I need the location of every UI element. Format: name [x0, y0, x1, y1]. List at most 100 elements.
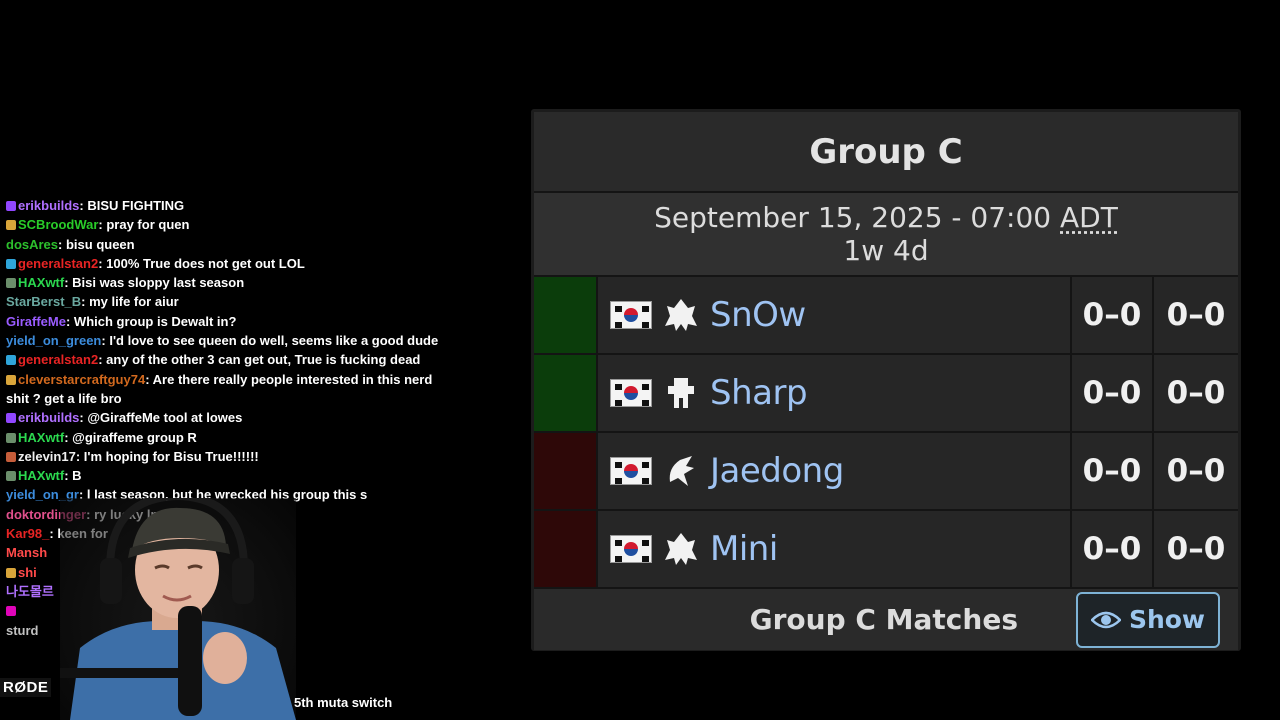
- chat-text: my life for aiur: [89, 294, 179, 310]
- south-korea-flag-icon: [610, 457, 652, 485]
- player-name-link[interactable]: SnOw: [710, 295, 806, 335]
- chat-message: yield_on_green: I'd love to see queen do…: [6, 333, 439, 349]
- chat-message: cleverstarcraftguy74: Are there really p…: [6, 371, 433, 406]
- chat-username[interactable]: zelevin17: [18, 449, 76, 464]
- player-row: Mini 0–0 0–0: [534, 511, 1238, 589]
- chat-message: SCBroodWar: pray for quen: [6, 215, 444, 234]
- standing-indicator: [534, 511, 598, 587]
- chat-message: erikbuilds: @GiraffeMe tool at lowes: [6, 408, 444, 427]
- standing-indicator: [534, 277, 598, 353]
- chat-username[interactable]: erikbuilds: [18, 410, 79, 425]
- overlay-text: 5th muta switch: [294, 695, 393, 710]
- match-score: 0–0: [1072, 433, 1154, 509]
- prime-badge-icon: [6, 258, 16, 269]
- timezone-abbr[interactable]: ADT: [1060, 201, 1118, 234]
- game-score: 0–0: [1166, 297, 1226, 333]
- chat-username[interactable]: generalstan2: [18, 256, 98, 271]
- chat-text: pray for quen: [106, 217, 190, 233]
- match-score: 0–0: [1072, 355, 1154, 431]
- game-score: 0–0: [1166, 453, 1226, 489]
- chat-username[interactable]: shi: [18, 565, 37, 580]
- player-name-link[interactable]: Sharp: [710, 373, 808, 413]
- countdown: 1w 4d: [843, 234, 929, 267]
- prime-badge-icon: [6, 355, 16, 366]
- gift-badge-icon: [6, 471, 16, 482]
- streamer-image: [60, 498, 296, 720]
- matches-footer: Group C Matches Show: [534, 589, 1238, 650]
- player-name-cell: Sharp: [598, 355, 1072, 431]
- chat-username[interactable]: HAXwtf: [18, 468, 64, 483]
- chat-text: 100% True does not get out LOL: [106, 255, 305, 271]
- group-date: September 15, 2025 - 07:00: [654, 201, 1052, 234]
- group-title: Group C: [534, 112, 1238, 193]
- chat-message: zelevin17: I'm hoping for Bisu True!!!!!…: [6, 447, 444, 466]
- bits-badge-icon: [6, 374, 16, 385]
- zerg-icon: [669, 456, 694, 486]
- chat-username[interactable]: cleverstarcraftguy74: [18, 372, 145, 387]
- eye-icon: [1090, 611, 1121, 628]
- bits-badge-icon: [6, 220, 16, 231]
- chat-username[interactable]: 나도몰르: [6, 584, 54, 599]
- game-score: 0–0: [1166, 375, 1226, 411]
- chat-message: generalstan2: 100% True does not get out…: [6, 254, 444, 273]
- player-name-cell: Mini: [598, 511, 1072, 587]
- player-name-cell: SnOw: [598, 277, 1072, 353]
- bits-badge-icon: [6, 567, 16, 578]
- chat-username[interactable]: yield_on_green: [6, 333, 101, 348]
- protoss-icon: [665, 299, 697, 331]
- standings-table: SnOw 0–0 0–0 Sharp 0–0 0–0 Jaedong 0–0 0–0 Mini 0–…: [534, 277, 1238, 589]
- chat-message: generalstan2: any of the other 3 can get…: [6, 350, 444, 369]
- vip-badge-icon: [6, 606, 16, 617]
- sub-badge-icon: [6, 413, 16, 424]
- mod-badge-icon: [6, 451, 16, 462]
- match-score: 0–0: [1072, 277, 1154, 353]
- chat-message: dosAres: bisu queen: [6, 236, 135, 252]
- terran-icon: [668, 378, 694, 408]
- chat-username[interactable]: generalstan2: [18, 352, 98, 367]
- chat-message: StarBerst_B: my life for aiur: [6, 294, 179, 310]
- player-row: SnOw 0–0 0–0: [534, 277, 1238, 355]
- group-panel: Group C September 15, 2025 - 07:00 ADT 1…: [531, 109, 1241, 651]
- chat-username[interactable]: HAXwtf: [18, 430, 64, 445]
- chat-message: HAXwtf: Bisi was sloppy last season: [6, 273, 444, 292]
- chat-username[interactable]: dosAres: [6, 237, 58, 252]
- show-label: Show: [1128, 605, 1206, 634]
- player-name-link[interactable]: Jaedong: [710, 451, 844, 491]
- chat-message: HAXwtf: B: [6, 466, 444, 485]
- gift-badge-icon: [6, 278, 16, 289]
- mic-brand-label: RØDE: [0, 678, 52, 697]
- chat-username[interactable]: Mansh: [6, 545, 47, 560]
- chat-text: I'd love to see queen do well, seems lik…: [109, 333, 439, 349]
- chat-username[interactable]: sturd: [6, 623, 39, 638]
- match-score: 0–0: [1072, 511, 1154, 587]
- chat-text: BISU FIGHTING: [87, 198, 185, 213]
- chat-text: I'm hoping for Bisu True!!!!!!: [83, 448, 259, 464]
- group-schedule: September 15, 2025 - 07:00 ADT 1w 4d: [534, 193, 1238, 277]
- chat-username[interactable]: GiraffeMe: [6, 314, 66, 329]
- protoss-icon: [665, 533, 697, 565]
- player-row: Jaedong 0–0 0–0: [534, 433, 1238, 511]
- chat-text: @GiraffeMe tool at lowes: [87, 410, 243, 426]
- chat-username[interactable]: erikbuilds: [18, 198, 79, 213]
- chat-text: bisu queen: [65, 236, 135, 252]
- webcam-feed: [60, 498, 296, 720]
- south-korea-flag-icon: [610, 379, 652, 407]
- chat-text: @giraffeme group R: [72, 429, 197, 445]
- chat-text: B: [72, 468, 82, 484]
- sub-badge-icon: [6, 201, 16, 211]
- chat-text: any of the other 3 can get out, True is …: [106, 352, 421, 368]
- player-row: Sharp 0–0 0–0: [534, 355, 1238, 433]
- chat-username[interactable]: HAXwtf: [18, 275, 64, 290]
- player-name-link[interactable]: Mini: [710, 529, 778, 569]
- chat-username[interactable]: SCBroodWar: [18, 217, 98, 232]
- standing-indicator: [534, 433, 598, 509]
- chat-message: erikbuilds: BISU FIGHTING: [6, 196, 444, 215]
- chat-username[interactable]: StarBerst_B: [6, 294, 81, 309]
- chat-text: Which group is Dewalt in?: [73, 313, 237, 329]
- chat-message: GiraffeMe: Which group is Dewalt in?: [6, 313, 237, 329]
- matches-label: Group C Matches: [749, 603, 1018, 636]
- gift-badge-icon: [6, 432, 16, 443]
- game-score: 0–0: [1166, 531, 1226, 567]
- chat-username[interactable]: Kar98_: [6, 526, 49, 541]
- show-matches-button[interactable]: Show: [1076, 591, 1220, 648]
